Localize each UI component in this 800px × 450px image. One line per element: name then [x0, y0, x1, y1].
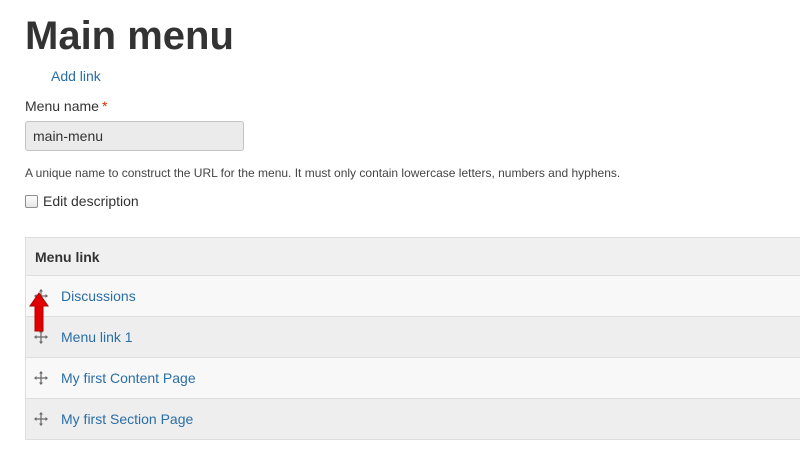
- table-header-menu-link: Menu link: [26, 238, 800, 276]
- page-title: Main menu: [25, 14, 234, 58]
- menu-link-my-first-section-page[interactable]: My first Section Page: [61, 411, 193, 427]
- drag-handle-icon[interactable]: [34, 330, 48, 344]
- add-link[interactable]: Add link: [51, 68, 101, 84]
- menu-name-label-text: Menu name: [25, 98, 99, 114]
- table-row: Menu link 1: [26, 317, 800, 358]
- drag-handle-icon[interactable]: [34, 289, 48, 303]
- page: Main menu Add link Menu name* A unique n…: [0, 0, 800, 450]
- edit-description-checkbox[interactable]: [25, 194, 38, 208]
- table-row: My first Section Page: [26, 399, 800, 439]
- menu-link-menu-link-1[interactable]: Menu link 1: [61, 329, 133, 345]
- required-mark: *: [101, 98, 108, 114]
- table-row: My first Content Page: [26, 358, 800, 399]
- edit-description-checkbox-row[interactable]: Edit description: [25, 192, 139, 210]
- drag-handle-icon[interactable]: [34, 371, 48, 385]
- menu-name-input[interactable]: [25, 121, 244, 151]
- drag-handle-icon[interactable]: [34, 412, 48, 426]
- menu-name-description: A unique name to construct the URL for t…: [25, 166, 621, 180]
- menu-name-label: Menu name *: [25, 98, 107, 114]
- menu-link-my-first-content-page[interactable]: My first Content Page: [61, 370, 196, 386]
- edit-description-label[interactable]: Edit description: [43, 193, 139, 209]
- table-row: Discussions: [26, 276, 800, 317]
- menu-link-discussions[interactable]: Discussions: [61, 288, 136, 304]
- menu-links-table: Menu link Discussions Menu link 1 My fir…: [25, 237, 800, 440]
